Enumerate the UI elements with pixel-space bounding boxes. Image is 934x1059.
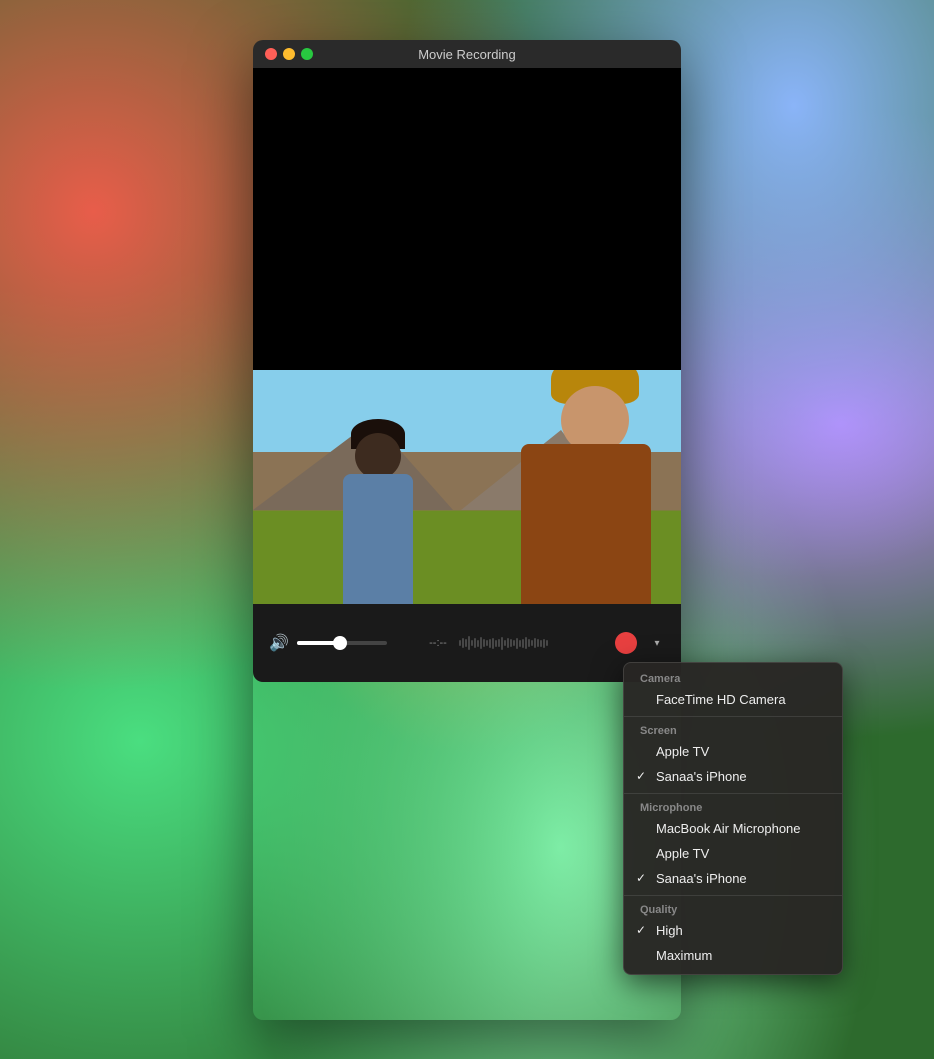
waveform-bar: [528, 639, 530, 647]
waveform-bar: [522, 639, 524, 648]
waveform-bar: [480, 637, 482, 649]
dropdown-menu: Camera FaceTime HD Camera Screen Apple T…: [623, 662, 843, 975]
waveform-bar: [486, 640, 488, 646]
waveform-bar: [525, 637, 527, 649]
menu-item-sanaas-iphone-screen[interactable]: Sanaa's iPhone: [624, 764, 842, 789]
waveform-bar: [498, 639, 500, 647]
waveform-bar: [543, 639, 545, 648]
waveform-bar: [468, 636, 470, 650]
menu-item-quality-high[interactable]: High: [624, 918, 842, 943]
waveform-bar: [504, 640, 506, 646]
waveform-bar: [495, 640, 497, 647]
video-scene: [253, 370, 681, 604]
waveform-bar: [546, 640, 548, 646]
menu-divider-2: [624, 793, 842, 794]
camera-section-label: Camera: [624, 669, 842, 687]
waveform-bar: [516, 638, 518, 649]
menu-item-sanaas-iphone-microphone[interactable]: Sanaa's iPhone: [624, 866, 842, 891]
waveform-bar: [540, 640, 542, 647]
menu-item-apple-tv-microphone[interactable]: Apple TV: [624, 841, 842, 866]
chevron-button[interactable]: ▾: [649, 635, 665, 651]
title-bar: Movie Recording: [253, 40, 681, 68]
person1-head: [355, 433, 401, 479]
menu-item-facetime-hd-camera[interactable]: FaceTime HD Camera: [624, 687, 842, 712]
volume-slider[interactable]: [297, 641, 387, 645]
waveform-bar: [537, 639, 539, 647]
waveform-bar: [510, 639, 512, 647]
waveform-bar: [531, 640, 533, 646]
video-black-area: [253, 68, 681, 370]
movie-recording-window: Movie Recording 🔊: [253, 40, 681, 1020]
waveform-bar: [462, 638, 464, 648]
microphone-section-label: Microphone: [624, 798, 842, 816]
screen-section-label: Screen: [624, 721, 842, 739]
window-title: Movie Recording: [418, 47, 516, 62]
waveform-bar: [519, 640, 521, 647]
menu-item-macbook-air-microphone[interactable]: MacBook Air Microphone: [624, 816, 842, 841]
video-preview: [253, 370, 681, 604]
menu-item-quality-maximum[interactable]: Maximum: [624, 943, 842, 968]
waveform-bar: [534, 638, 536, 648]
record-button[interactable]: [615, 632, 637, 654]
waveform-bar: [483, 639, 485, 647]
waveform-bar: [489, 639, 491, 648]
waveform-bar: [501, 637, 503, 650]
menu-divider-1: [624, 716, 842, 717]
waveform-bar: [471, 640, 473, 646]
waveform-bar: [513, 640, 515, 646]
volume-section: 🔊: [269, 633, 413, 653]
person2-body: [521, 444, 651, 604]
waveform-bar: [507, 638, 509, 648]
waveform-bar: [477, 640, 479, 647]
waveform-bar: [474, 638, 476, 648]
maximize-button[interactable]: [301, 48, 313, 60]
controls-bar: 🔊 --:--: [253, 604, 681, 682]
menu-item-apple-tv-screen[interactable]: Apple TV: [624, 739, 842, 764]
person2: [481, 374, 661, 604]
quality-section-label: Quality: [624, 900, 842, 918]
minimize-button[interactable]: [283, 48, 295, 60]
volume-slider-thumb: [333, 636, 347, 650]
person1: [333, 424, 433, 604]
volume-icon: 🔊: [269, 633, 289, 653]
waveform-bar: [492, 638, 494, 649]
traffic-lights: [265, 48, 313, 60]
close-button[interactable]: [265, 48, 277, 60]
waveform: [459, 633, 603, 653]
waveform-bar: [459, 640, 461, 646]
time-display: --:--: [429, 637, 447, 649]
person1-body: [343, 474, 413, 604]
waveform-bar: [465, 639, 467, 647]
menu-divider-3: [624, 895, 842, 896]
